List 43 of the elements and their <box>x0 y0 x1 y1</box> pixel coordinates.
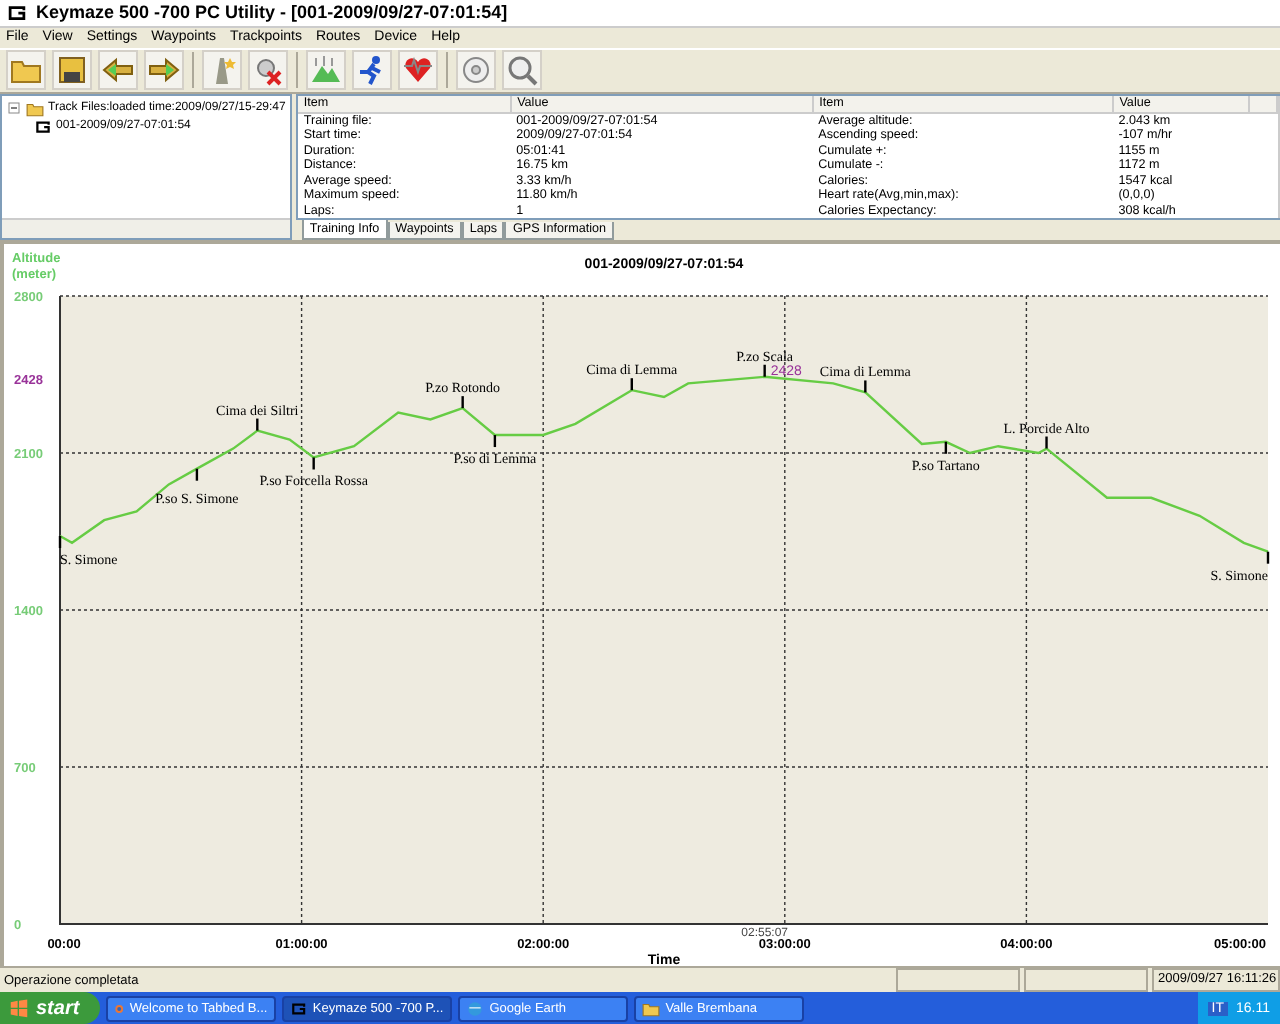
save-button[interactable] <box>52 50 92 91</box>
heart-icon <box>402 54 434 87</box>
save-icon <box>56 54 88 87</box>
waypoint-marker <box>864 380 867 393</box>
app-icon <box>34 117 52 135</box>
disc-icon <box>460 54 492 87</box>
waypoint-marker <box>195 468 199 481</box>
waypoint-marker <box>461 396 464 409</box>
waypoint-marker <box>493 435 497 448</box>
satellite-icon <box>252 54 284 87</box>
disc-button[interactable] <box>456 50 496 91</box>
folder-icon <box>26 99 44 117</box>
arrow-right-icon <box>148 54 180 87</box>
waypoint-marker <box>1045 436 1048 449</box>
folder-icon <box>641 999 660 1017</box>
app-icon <box>289 999 307 1017</box>
waypoint-marker <box>58 536 62 548</box>
magnifier-button[interactable] <box>502 50 542 91</box>
runner-button[interactable] <box>352 50 392 91</box>
waypoint-marker <box>312 457 315 470</box>
waypoint-marker <box>630 378 633 391</box>
road-button[interactable] <box>202 50 242 91</box>
globe-icon <box>465 999 484 1017</box>
arrow-right-button[interactable] <box>144 50 184 91</box>
waypoint-marker <box>944 441 948 454</box>
magnifier-icon <box>506 54 538 87</box>
heart-button[interactable] <box>398 50 438 91</box>
satellite-button[interactable] <box>248 50 288 91</box>
arrow-left-button[interactable] <box>98 50 138 91</box>
browser-icon <box>113 999 124 1017</box>
windows-icon <box>8 997 30 1019</box>
horizontal-scrollbar[interactable] <box>2 218 290 238</box>
waypoint-marker <box>256 418 259 431</box>
window-title: Keymaze 500 -700 PC Utility - [001-2009/09/27-07:01:54] <box>36 2 508 23</box>
expander-icon[interactable] <box>6 100 22 116</box>
waypoint-marker <box>1266 551 1270 564</box>
start-button[interactable]: start <box>0 992 100 1024</box>
app-icon <box>6 1 28 24</box>
mountain-button[interactable] <box>306 50 346 91</box>
arrow-left-icon <box>102 54 134 87</box>
mountain-icon <box>310 54 342 87</box>
waypoint-marker <box>763 364 766 377</box>
folder-button[interactable] <box>6 50 46 91</box>
